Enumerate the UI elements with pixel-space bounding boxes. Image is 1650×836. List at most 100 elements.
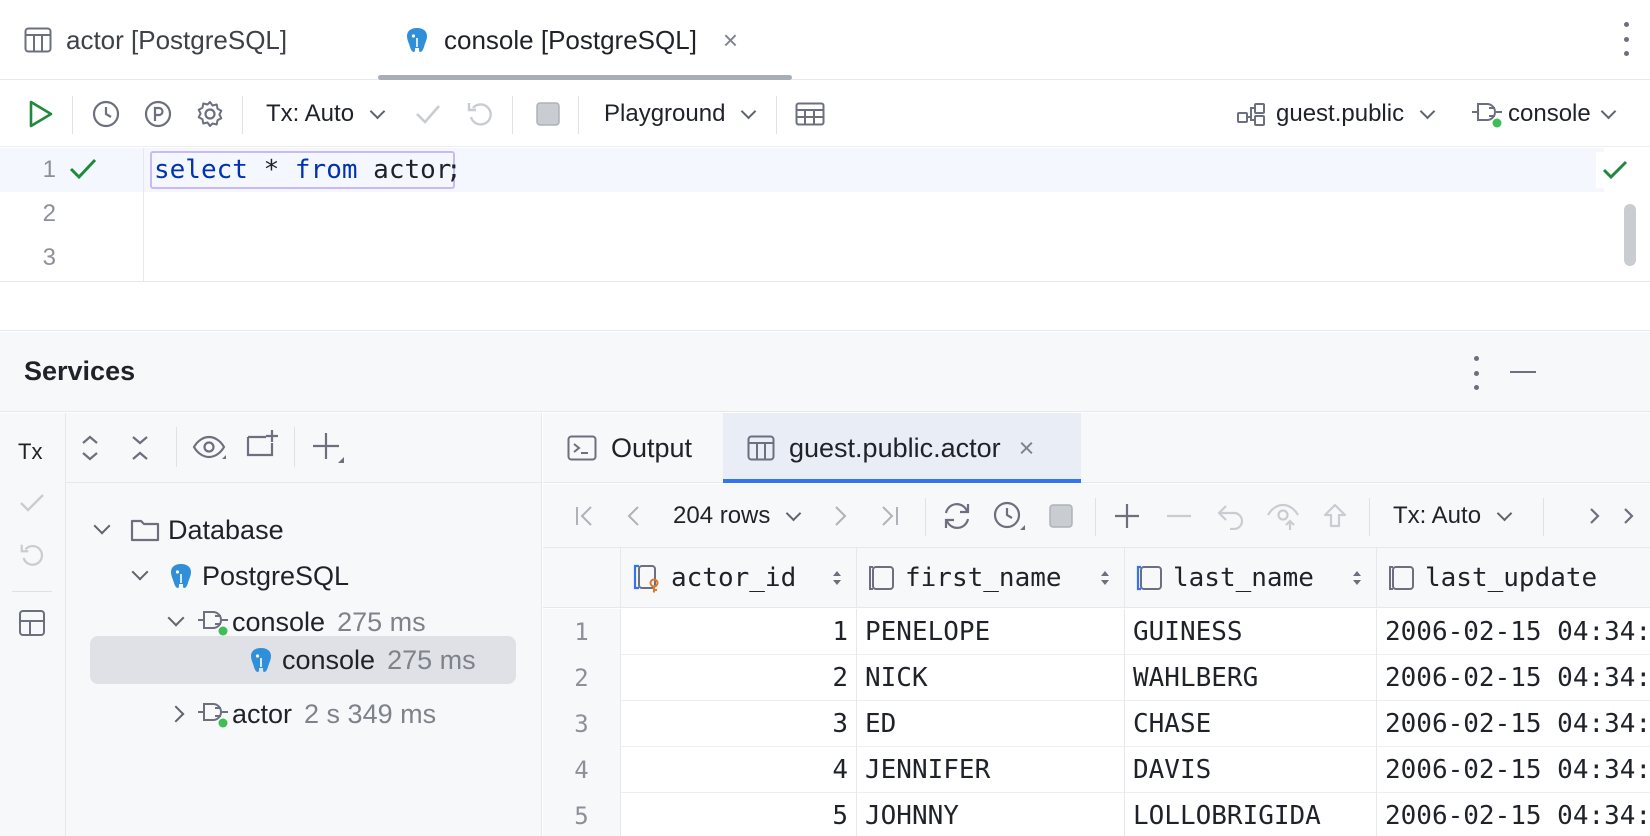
services-header: Services <box>0 332 1650 412</box>
tree-item-database[interactable]: Database <box>93 507 284 553</box>
minimize-icon[interactable] <box>1510 371 1536 373</box>
commit-icon[interactable] <box>410 81 446 147</box>
cell-actor-id[interactable]: 4 <box>621 747 857 793</box>
grid-tx-mode-dropdown[interactable]: Tx: Auto <box>1393 484 1513 548</box>
submit-icon[interactable] <box>1317 484 1353 548</box>
gear-icon[interactable] <box>192 81 228 147</box>
schema-dropdown[interactable]: guest.public <box>1236 81 1436 147</box>
cell-last-name[interactable]: GUINESS <box>1125 609 1377 655</box>
tab-output[interactable]: Output <box>567 413 692 483</box>
cell-last-name[interactable]: CHASE <box>1125 701 1377 747</box>
sort-icon[interactable] <box>1100 570 1110 586</box>
inspection-ok-icon[interactable] <box>1596 152 1634 188</box>
table-row[interactable]: 2 2 NICK WAHLBERG 2006-02-15 04:34:33 <box>543 655 1650 701</box>
collapse-all-icon[interactable] <box>128 433 152 468</box>
column-header-first-name[interactable]: first_name <box>857 548 1125 608</box>
table-row[interactable]: 1 1 PENELOPE GUINESS 2006-02-15 04:34:33 <box>543 609 1650 655</box>
tree-item-label: console <box>232 606 326 637</box>
add-service-icon[interactable] <box>312 431 346 470</box>
more-options-icon[interactable] <box>1620 22 1632 56</box>
tab-guest-public-actor[interactable]: guest.public.actor × <box>723 413 1081 483</box>
session-dropdown[interactable]: console <box>1470 81 1617 147</box>
cell-last-update[interactable]: 2006-02-15 04:34:33 <box>1377 609 1650 655</box>
rollback-icon[interactable] <box>18 541 46 574</box>
add-row-icon[interactable] <box>1109 484 1145 548</box>
parameters-icon[interactable] <box>140 81 176 147</box>
sql-editor[interactable]: 1 2 3 select * from actor ; <box>0 148 1650 282</box>
chevron-right-icon[interactable] <box>1581 484 1609 548</box>
row-number: 4 <box>543 747 621 793</box>
table-row[interactable]: 4 4 JENNIFER DAVIS 2006-02-15 04:34:33 <box>543 747 1650 793</box>
eye-icon[interactable] <box>192 433 228 468</box>
table-row[interactable]: 5 5 JOHNNY LOLLOBRIGIDA 2006-02-15 04:34… <box>543 793 1650 836</box>
tree-item-console-selected[interactable]: console 275 ms <box>90 636 516 684</box>
next-page-icon[interactable] <box>821 484 857 548</box>
cell-last-update[interactable]: 2006-02-15 04:34:33 <box>1377 793 1650 836</box>
stop-icon[interactable] <box>530 81 566 147</box>
last-page-icon[interactable] <box>871 484 907 548</box>
cell-first-name[interactable]: JENNIFER <box>857 747 1125 793</box>
cell-last-name[interactable]: DAVIS <box>1125 747 1377 793</box>
chevron-right-icon[interactable] <box>1615 484 1643 548</box>
expand-all-icon[interactable] <box>78 433 102 468</box>
editor-scrollbar[interactable] <box>1624 204 1636 266</box>
tree-item-actor-session[interactable]: actor 2 s 349 ms <box>167 691 436 737</box>
playground-dropdown[interactable]: Playground <box>604 81 757 147</box>
cell-first-name[interactable]: NICK <box>857 655 1125 701</box>
run-icon[interactable] <box>22 81 58 147</box>
revert-icon[interactable] <box>1213 484 1249 548</box>
cell-actor-id[interactable]: 1 <box>621 609 857 655</box>
tx-mode-dropdown[interactable]: Tx: Auto <box>266 81 386 147</box>
delete-row-icon[interactable] <box>1161 484 1197 548</box>
folder-icon <box>130 517 160 543</box>
chevron-right-icon[interactable] <box>167 705 185 723</box>
first-page-icon[interactable] <box>567 484 603 548</box>
sql-statement[interactable]: select * from actor <box>150 151 456 189</box>
cell-last-update[interactable]: 2006-02-15 04:34:33 <box>1377 701 1650 747</box>
rollback-icon[interactable] <box>462 81 498 147</box>
close-icon[interactable]: × <box>723 25 738 56</box>
history-icon[interactable] <box>991 484 1027 548</box>
cell-last-update[interactable]: 2006-02-15 04:34:33 <box>1377 655 1650 701</box>
commit-icon[interactable] <box>18 491 46 520</box>
column-header-actor-id[interactable]: actor_id <box>621 548 857 608</box>
column-header-last-name[interactable]: last_name <box>1125 548 1377 608</box>
tab-console[interactable]: console [PostgreSQL] × <box>404 0 738 80</box>
chevron-down-icon[interactable] <box>131 563 149 581</box>
rows-count-label: 204 rows <box>673 502 771 529</box>
column-header-last-update[interactable]: last_update <box>1377 548 1650 608</box>
tree-item-label: actor <box>232 698 293 729</box>
cell-actor-id[interactable]: 5 <box>621 793 857 836</box>
tab-actor[interactable]: actor [PostgreSQL] <box>24 0 287 80</box>
cell-first-name[interactable]: PENELOPE <box>857 609 1125 655</box>
cell-actor-id[interactable]: 2 <box>621 655 857 701</box>
result-view-icon[interactable] <box>792 81 828 147</box>
cell-last-name[interactable]: WAHLBERG <box>1125 655 1377 701</box>
more-options-icon[interactable] <box>1470 356 1482 390</box>
stop-icon[interactable] <box>1043 484 1079 548</box>
cell-actor-id[interactable]: 3 <box>621 701 857 747</box>
chevron-down-icon <box>1496 505 1513 521</box>
cell-last-name[interactable]: LOLLOBRIGIDA <box>1125 793 1377 836</box>
chevron-down-icon[interactable] <box>93 517 111 535</box>
chevron-down-icon <box>1419 103 1436 119</box>
preview-changes-icon[interactable] <box>1265 484 1301 548</box>
tree-item-label: PostgreSQL <box>202 560 350 591</box>
refresh-icon[interactable] <box>939 484 975 548</box>
table-row[interactable]: 3 3 ED CHASE 2006-02-15 04:34:33 <box>543 701 1650 747</box>
history-icon[interactable] <box>88 81 124 147</box>
rows-count-dropdown[interactable]: 204 rows <box>673 484 802 548</box>
sort-icon[interactable] <box>1352 570 1362 586</box>
cell-first-name[interactable]: ED <box>857 701 1125 747</box>
tx-icon[interactable]: Tx <box>18 439 42 465</box>
column-header-label: actor_id <box>671 563 797 593</box>
cell-last-update[interactable]: 2006-02-15 04:34:33 <box>1377 747 1650 793</box>
tree-item-postgresql[interactable]: PostgreSQL <box>131 553 350 599</box>
previous-page-icon[interactable] <box>617 484 653 548</box>
chevron-down-icon[interactable] <box>167 609 185 627</box>
sort-icon[interactable] <box>832 570 842 586</box>
close-icon[interactable]: × <box>1019 433 1035 464</box>
new-group-icon[interactable] <box>246 429 280 464</box>
layout-icon[interactable] <box>18 609 46 642</box>
cell-first-name[interactable]: JOHNNY <box>857 793 1125 836</box>
